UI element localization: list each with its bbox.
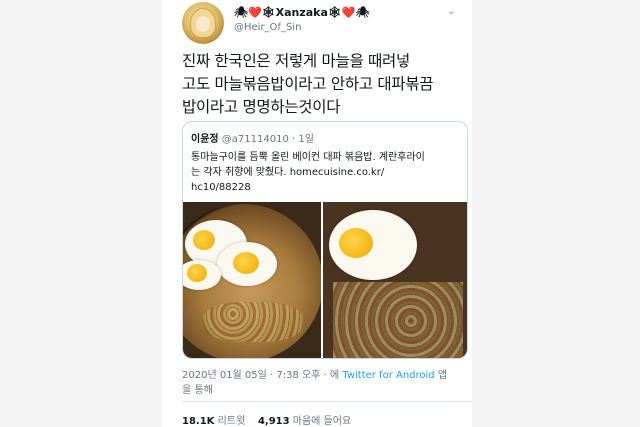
timestamp[interactable]: 2020년 01월 05일 · 7:38 오후 · 에	[182, 370, 339, 381]
rice-bits	[333, 282, 463, 358]
retweets-stat[interactable]: 18.1K 리트윗	[182, 416, 245, 427]
tweet-line: 고도 마늘볶음밥이라고 안하고 대파볶끔	[182, 75, 434, 93]
likes-stat[interactable]: 4,913 마음에 들어요	[258, 416, 351, 427]
egg-yolk	[193, 230, 215, 250]
food-photo-2[interactable]	[323, 202, 467, 358]
tweet-text: 진짜 한국인은 저렇게 마늘을 때려넣 고도 마늘볶음밥이라고 안하고 대파볶끔…	[182, 50, 467, 119]
display-name[interactable]: 🕷❤️🕸Xanzaka🕸❤️🕷	[234, 6, 370, 19]
quoted-tweet-text: 통마늘구이를 듬뿍 올린 베이컨 대파 볶음밥. 계란후라이 는 각자 취향에 …	[191, 150, 461, 195]
tweet-card: 🕷❤️🕸Xanzaka🕸❤️🕷 @Heir_Of_Sin ⌄ 진짜 한국인은 저…	[162, 0, 472, 427]
tweet-meta: 2020년 01월 05일 · 7:38 오후 · 에 Twitter for …	[182, 368, 447, 398]
food-photo-1[interactable]	[183, 202, 321, 358]
chevron-down-icon[interactable]: ⌄	[447, 6, 455, 17]
egg-yolk	[339, 228, 373, 258]
user-handle[interactable]: @Heir_Of_Sin	[234, 22, 301, 33]
source-line2: 을 통해	[182, 385, 213, 396]
egg-yolk	[187, 264, 207, 282]
quoted-line: hc10/88228	[191, 182, 251, 193]
source-link[interactable]: Twitter for Android	[342, 370, 434, 381]
engagement-stats: 18.1K 리트윗 4,913 마음에 들어요	[182, 412, 351, 427]
rice-bits	[203, 302, 303, 342]
quoted-line: 통마늘구이를 듬뿍 올린 베이컨 대파 볶음밥. 계란후라이	[191, 152, 425, 163]
divider	[182, 401, 472, 402]
tweet-line: 진짜 한국인은 저렇게 마늘을 때려넣	[182, 52, 410, 70]
avatar-face	[196, 16, 210, 32]
quoted-display-name: 이윤정	[191, 134, 219, 145]
tweet-line: 밥이라고 명명하는것이다	[182, 98, 341, 116]
quoted-line: 는 각자 취향에 맞췄다. homecuisine.co.kr/	[191, 167, 385, 178]
retweets-count: 18.1K	[182, 416, 215, 427]
retweets-label: 리트윗	[217, 416, 246, 427]
quoted-handle-time: @a71114010 · 1일	[221, 134, 314, 145]
quoted-tweet[interactable]: 이윤정 @a71114010 · 1일 통마늘구이를 듬뿍 올린 베이컨 대파 …	[182, 121, 468, 359]
avatar[interactable]	[182, 2, 224, 44]
likes-count: 4,913	[257, 416, 290, 427]
egg-yolk	[233, 252, 259, 274]
likes-label: 마음에 들어요	[292, 416, 352, 427]
quoted-tweet-header: 이윤정 @a71114010 · 1일	[191, 130, 314, 145]
source-suffix: 앱	[437, 370, 448, 381]
